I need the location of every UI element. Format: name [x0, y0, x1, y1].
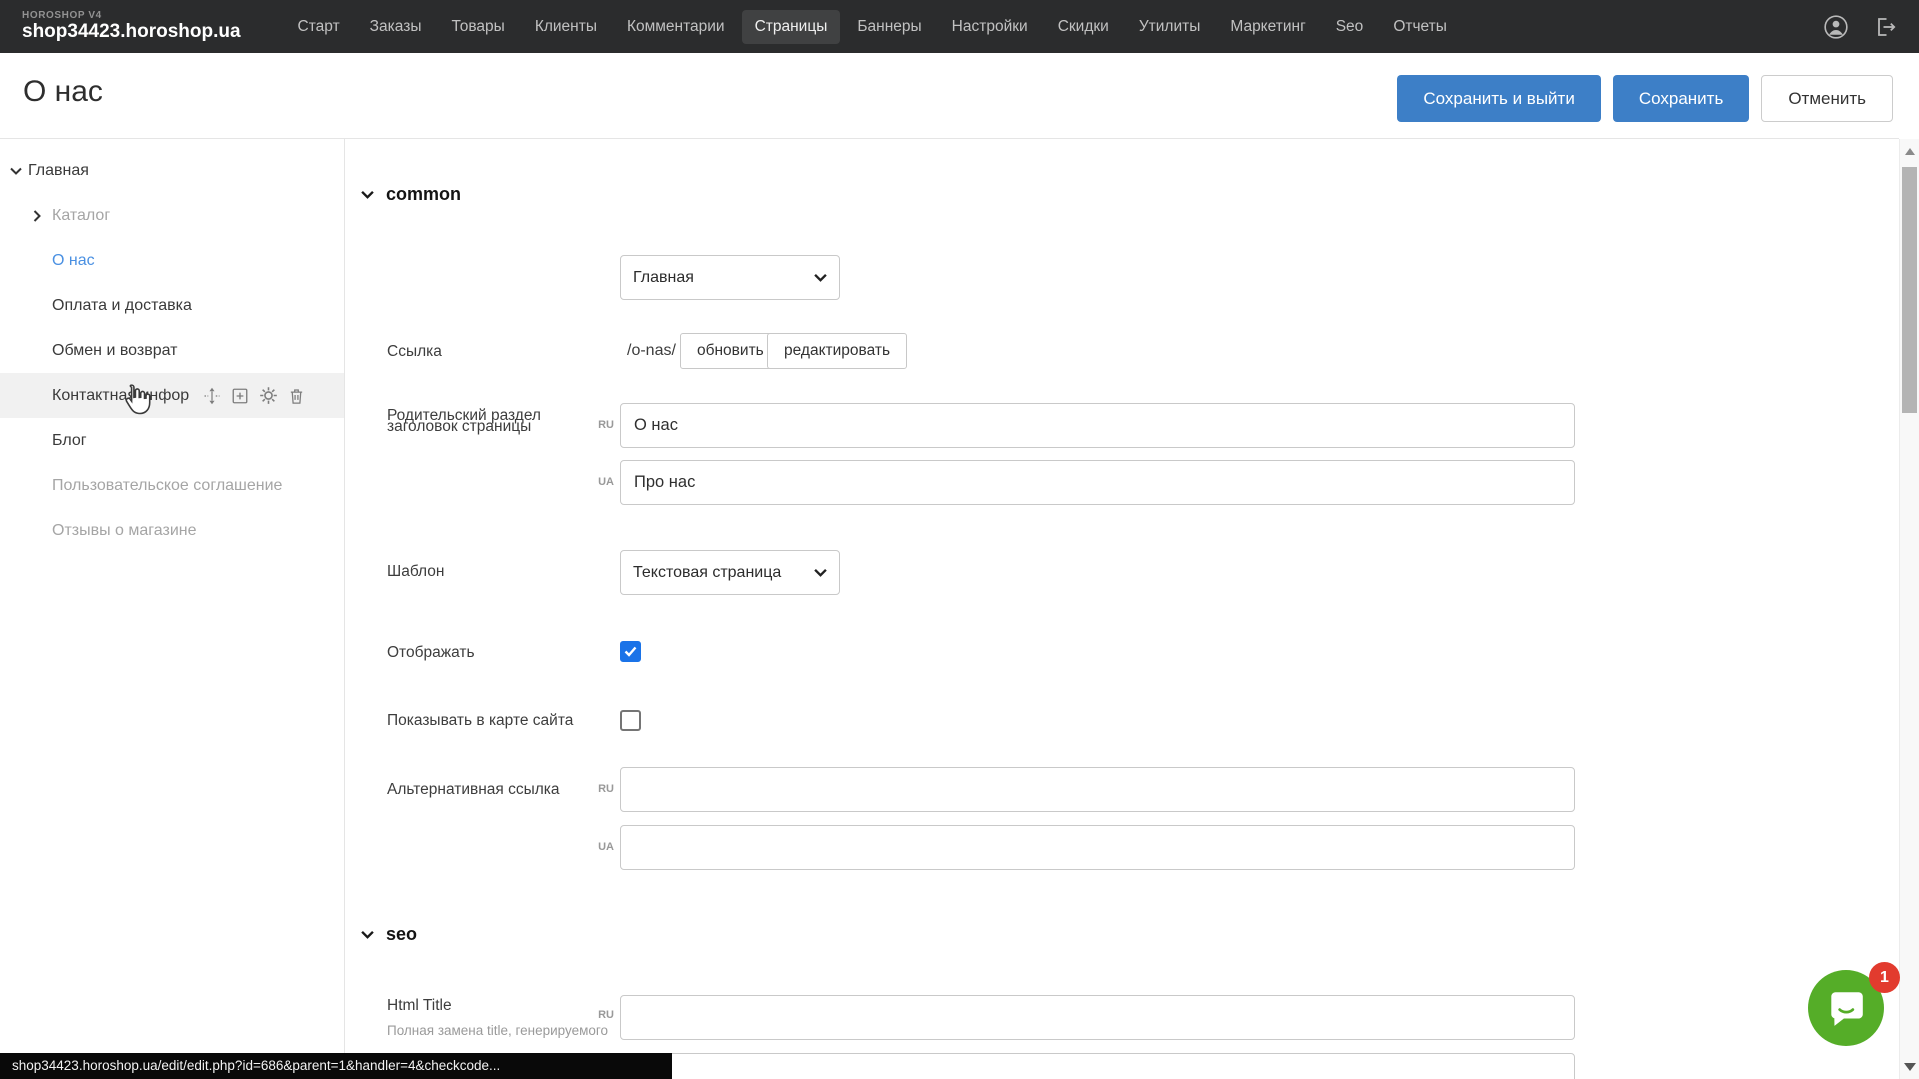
link-edit-button[interactable]: редактировать [767, 333, 907, 369]
section-common-title: common [386, 184, 461, 205]
tree-item-label: Отзывы о магазине [52, 522, 197, 540]
template-value: Текстовая страница [633, 564, 814, 582]
account-icon[interactable] [1823, 14, 1849, 40]
html-title-hint: Полная замена title, генерируемого [387, 1023, 608, 1038]
delete-icon[interactable] [288, 387, 305, 405]
nav-item-seo[interactable]: Seo [1323, 10, 1377, 44]
nav-item-marketing[interactable]: Маркетинг [1217, 10, 1318, 44]
tree-item-obmen-i-vozvrat[interactable]: Обмен и возврат [0, 328, 344, 373]
chat-bubble-icon [1825, 987, 1867, 1029]
nav-item-pages[interactable]: Страницы [742, 10, 841, 44]
tree-item-kontaktnaya-informatsiya[interactable]: Контактная инфор [0, 373, 344, 418]
tree-item-o-nas[interactable]: О нас [0, 238, 344, 283]
nav-item-orders[interactable]: Заказы [357, 10, 435, 44]
chevron-down-icon [361, 190, 374, 199]
alt-link-ua-input[interactable] [620, 825, 1575, 870]
display-checkbox[interactable] [620, 641, 641, 662]
html-title-label: Html Title [387, 997, 452, 1015]
parent-section-value: Главная [633, 269, 814, 287]
pages-tree-sidebar: Главная Каталог О нас Оплата и доставка … [0, 139, 345, 1079]
save-and-exit-button[interactable]: Сохранить и выйти [1397, 75, 1600, 122]
link-refresh-button[interactable]: обновить [680, 333, 781, 369]
lang-badge-ru: RU [586, 1009, 614, 1021]
tree-item-otzyvy-o-magazine[interactable]: Отзывы о магазине [0, 508, 344, 553]
section-common-header[interactable]: common [361, 184, 461, 205]
chevron-down-icon [814, 568, 827, 577]
tree-item-label: Обмен и возврат [52, 342, 177, 360]
display-label: Отображать [387, 644, 475, 662]
tree-item-label: Пользовательское соглашение [52, 477, 282, 495]
chat-notification-badge: 1 [1869, 962, 1900, 993]
tree-item-label: Блог [52, 432, 87, 450]
nav-item-banners[interactable]: Баннеры [844, 10, 934, 44]
tree-item-label: Контактная инфор [52, 387, 189, 405]
chevron-down-icon [814, 273, 827, 282]
lang-badge-ua: UA [586, 841, 614, 853]
nav-item-products[interactable]: Товары [438, 10, 517, 44]
section-seo-header[interactable]: seo [361, 924, 417, 945]
tree-item-label: Оплата и доставка [52, 297, 192, 315]
vertical-scrollbar[interactable] [1899, 139, 1919, 1079]
sitemap-label: Показывать в карте сайта [387, 712, 573, 730]
parent-section-select[interactable]: Главная [620, 255, 840, 300]
chevron-down-icon[interactable] [10, 167, 22, 175]
page-title: О нас [23, 75, 103, 109]
nav-item-settings[interactable]: Настройки [939, 10, 1041, 44]
settings-icon[interactable] [259, 386, 278, 405]
tree-item-katalog[interactable]: Каталог [0, 193, 344, 238]
tree-item-label: О нас [52, 252, 95, 270]
main-nav: Старт Заказы Товары Клиенты Комментарии … [285, 10, 1460, 44]
tree-item-blog[interactable]: Блог [0, 418, 344, 463]
tree-item-oplata-i-dostavka[interactable]: Оплата и доставка [0, 283, 344, 328]
add-icon[interactable] [231, 387, 249, 405]
chevron-down-icon [361, 930, 374, 939]
tree-item-polzovatelskoe-soglashenie[interactable]: Пользовательское соглашение [0, 463, 344, 508]
logo-domain-label: shop34423.horoshop.ua [22, 22, 241, 42]
lang-badge-ru: RU [586, 419, 614, 431]
lang-badge-ua: UA [586, 476, 614, 488]
link-label: Ссылка [387, 343, 442, 361]
link-path-value: /o-nas/ [627, 342, 676, 360]
alt-link-ru-input[interactable] [620, 767, 1575, 812]
link-preview-statusbar: shop34423.horoshop.ua/edit/edit.php?id=6… [0, 1053, 672, 1079]
tree-item-label: Главная [28, 162, 89, 180]
cancel-button[interactable]: Отменить [1761, 75, 1893, 122]
page-title-field-label: заголовок страницы [387, 418, 531, 436]
sitemap-checkbox[interactable] [620, 710, 641, 731]
chevron-right-icon[interactable] [33, 210, 41, 222]
html-title-ua-input[interactable] [620, 1053, 1575, 1079]
move-icon[interactable] [203, 387, 221, 405]
nav-item-comments[interactable]: Комментарии [614, 10, 738, 44]
template-label: Шаблон [387, 563, 444, 581]
nav-item-utilities[interactable]: Утилиты [1126, 10, 1214, 44]
logout-icon[interactable] [1873, 15, 1897, 39]
nav-item-start[interactable]: Старт [285, 10, 353, 44]
nav-item-clients[interactable]: Клиенты [522, 10, 610, 44]
nav-item-reports[interactable]: Отчеты [1380, 10, 1460, 44]
lang-badge-ru: RU [586, 783, 614, 795]
save-button[interactable]: Сохранить [1613, 75, 1749, 122]
scrollbar-thumb[interactable] [1902, 167, 1917, 413]
page-header: О нас Сохранить и выйти Сохранить Отмени… [0, 53, 1919, 138]
page-edit-form: common Родительский раздел Главная Ссылк… [346, 139, 1899, 1079]
html-title-ru-input[interactable] [620, 995, 1575, 1040]
page-title-ru-input[interactable] [620, 403, 1575, 448]
nav-item-discounts[interactable]: Скидки [1045, 10, 1122, 44]
top-navigation-bar: HOROSHOP V4 shop34423.horoshop.ua Старт … [0, 0, 1919, 53]
section-seo-title: seo [386, 924, 417, 945]
tree-item-label: Каталог [52, 207, 110, 225]
alt-link-label: Альтернативная ссылка [387, 781, 560, 799]
template-select[interactable]: Текстовая страница [620, 550, 840, 595]
shop-logo[interactable]: HOROSHOP V4 shop34423.horoshop.ua [22, 11, 241, 41]
scroll-down-arrow-icon[interactable] [1904, 1063, 1916, 1071]
page-title-ua-input[interactable] [620, 460, 1575, 505]
tree-item-glavnaya[interactable]: Главная [0, 148, 344, 193]
scroll-up-arrow-icon[interactable] [1905, 148, 1915, 155]
